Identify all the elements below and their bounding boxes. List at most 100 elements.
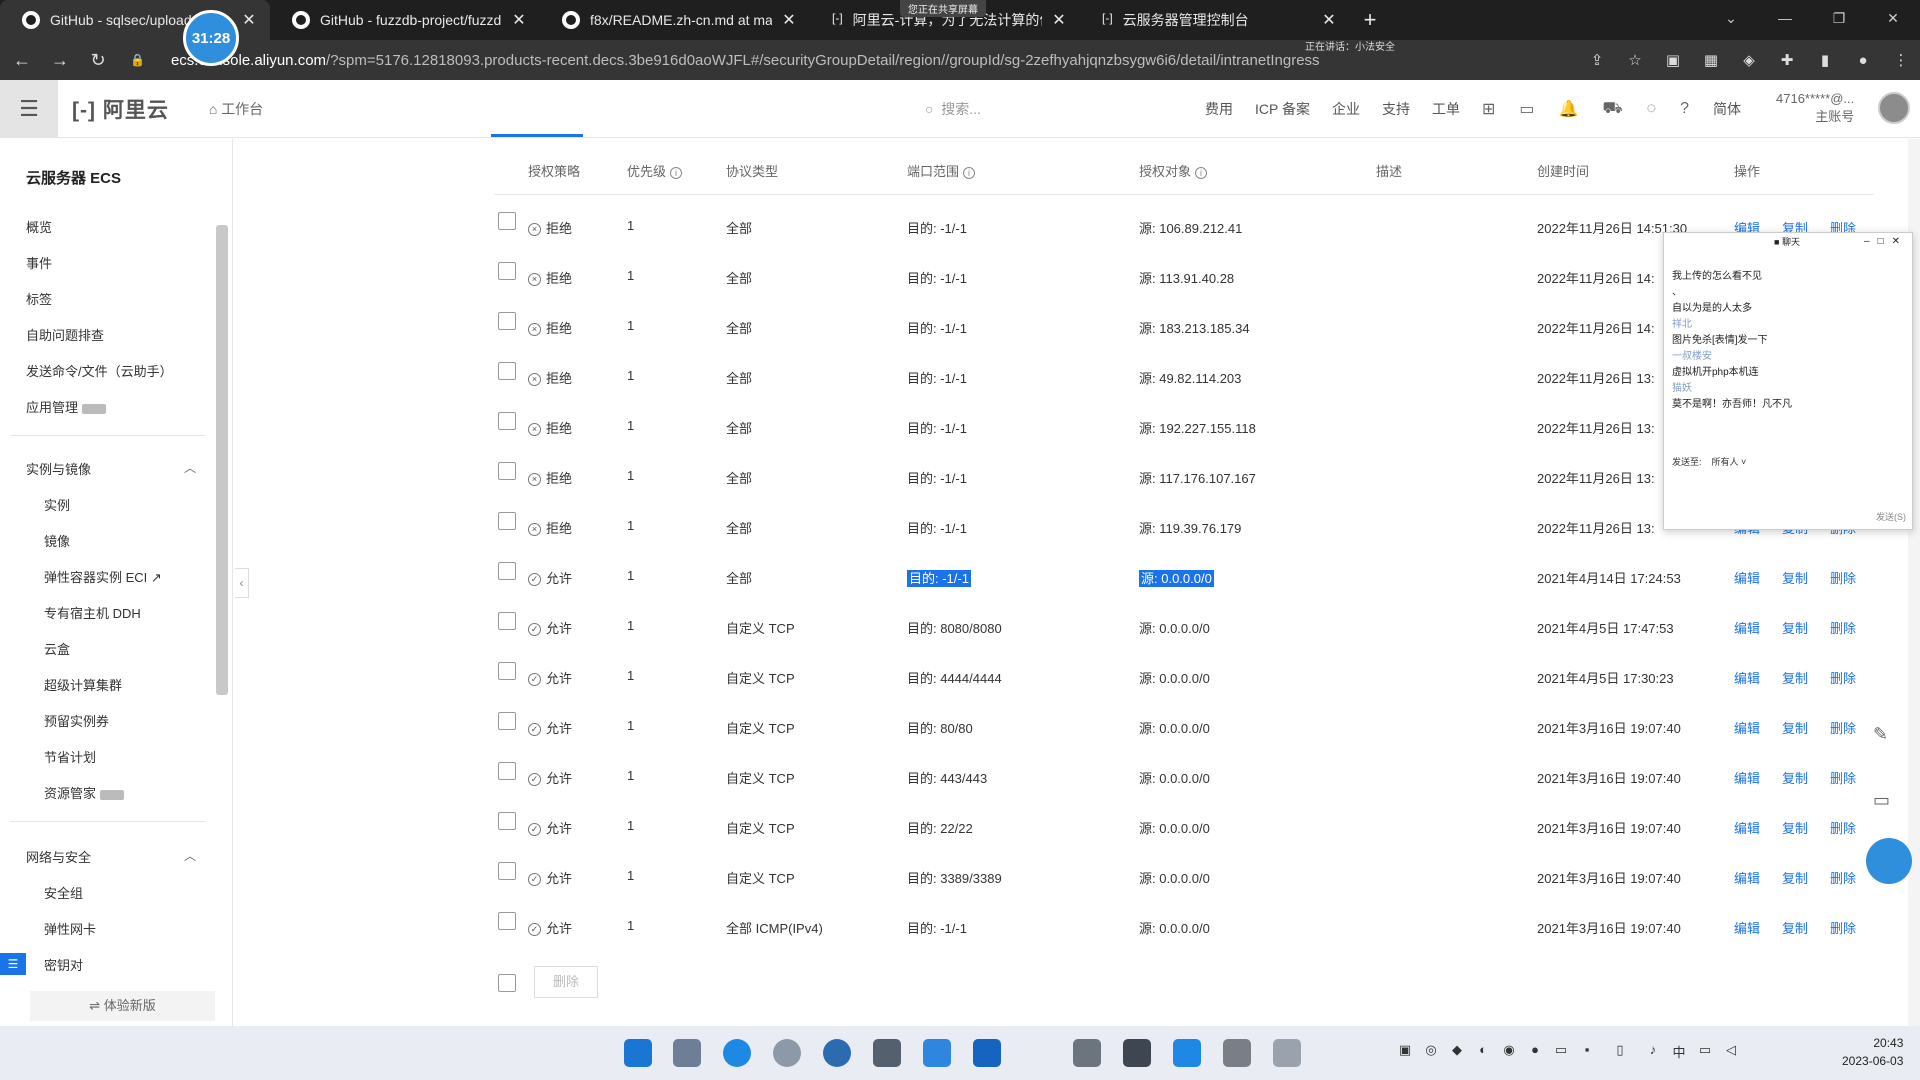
close-tab-icon[interactable]: ✕ [780,10,798,30]
edit-link[interactable]: 编辑 [1734,921,1760,936]
sidepanel-icon[interactable]: ▮ [1806,51,1844,69]
edge-icon[interactable] [723,1039,751,1067]
row-checkbox[interactable] [498,812,516,830]
bookmark-star-icon[interactable]: ☆ [1616,51,1654,69]
info-icon[interactable]: i [963,167,976,179]
edit-link[interactable]: 编辑 [1734,871,1760,886]
close-tab-icon[interactable]: ✕ [1320,10,1338,30]
url-field[interactable]: ecs.console.aliyun.com/?spm=5176.1281809… [171,52,1491,69]
list-icon[interactable]: ☰ [0,953,26,975]
delete-link[interactable]: 删除 [1830,821,1856,836]
sidebar-item-ri[interactable]: 预留实例券 [44,711,109,730]
start-icon[interactable] [624,1039,652,1067]
menu-icon[interactable]: ⋮ [1882,51,1920,69]
profile-icon[interactable]: ● [1844,52,1882,69]
nav-icp[interactable]: ICP 备案 [1255,99,1310,119]
browser-tab-2[interactable]: f8x/README.zh-cn.md at mai ✕ [540,0,810,40]
extension-icon-3[interactable]: ◈ [1730,51,1768,69]
copy-link[interactable]: 复制 [1782,571,1808,586]
close-tab-icon[interactable]: ✕ [240,10,258,30]
edit-link[interactable]: 编辑 [1734,621,1760,636]
sidebar-item-eci[interactable]: 弹性容器实例 ECI ↗ [44,567,162,586]
copy-link[interactable]: 复制 [1782,821,1808,836]
row-checkbox[interactable] [498,912,516,930]
app-icon-6[interactable] [1123,1039,1151,1067]
delete-link[interactable]: 删除 [1830,721,1856,736]
row-checkbox[interactable] [498,312,516,330]
extension-icon-1[interactable]: ▣ [1654,51,1692,69]
copy-link[interactable]: 复制 [1782,621,1808,636]
row-checkbox[interactable] [498,462,516,480]
avatar[interactable] [1878,92,1910,124]
sidebar-item-ddh[interactable]: 专有宿主机 DDH [44,603,141,622]
chat-send-to[interactable]: 发送至: 所有人 ˅ [1672,455,1746,468]
edit-link[interactable]: 编辑 [1734,571,1760,586]
copy-link[interactable]: 复制 [1782,871,1808,886]
forward-icon[interactable]: → [44,50,76,71]
sidebar-item-images[interactable]: 镜像 [44,531,70,550]
delete-link[interactable]: 删除 [1830,921,1856,936]
edit-icon[interactable]: ✎ [1873,724,1888,745]
sidebar-item-tags[interactable]: 标签 [26,289,52,308]
lock-icon[interactable]: 🔒 [130,53,145,67]
chevron-up-icon[interactable]: ︿ [184,459,196,476]
tab-search-icon[interactable]: ⌄ [1704,0,1758,36]
app-icon-4[interactable] [973,1039,1001,1067]
mic-icon[interactable]: ♪ [1640,1042,1666,1060]
select-all-checkbox[interactable] [498,974,516,992]
chevron-up-icon[interactable]: ︿ [184,847,196,864]
sidebar-item-security-group[interactable]: 安全组 [44,883,83,902]
app-icon-2[interactable] [873,1039,901,1067]
bell-icon[interactable]: 🔔 [1559,99,1579,119]
new-tab-button[interactable]: + [1350,0,1390,40]
file-explorer-icon[interactable] [673,1039,701,1067]
info-icon[interactable]: i [670,167,683,179]
browser-tab-1[interactable]: GitHub - fuzzdb-project/fuzzdb ✕ [270,0,540,40]
sidebar-group-instances[interactable]: 实例与镜像 [26,459,91,478]
cart-icon[interactable]: ⛟ [1602,99,1622,119]
nav-ticket[interactable]: 工单 [1432,99,1460,119]
tray-icon-3[interactable]: ◆ [1444,1042,1470,1060]
tray-icon-4[interactable]: ◐ [1470,1042,1496,1060]
tray-icon-7[interactable]: ▭ [1548,1042,1574,1060]
copy-link[interactable]: 复制 [1782,671,1808,686]
row-checkbox[interactable] [498,862,516,880]
app-icon-5[interactable] [1073,1039,1101,1067]
back-icon[interactable]: ← [6,50,38,71]
bulb-icon[interactable]: ◌ [1647,100,1657,118]
browser-tab-4[interactable]: [-] 云服务器管理控制台 ✕ [1080,0,1350,40]
usb-icon[interactable]: ▯ [1600,1042,1640,1060]
nav-support[interactable]: 支持 [1382,99,1410,119]
share-icon[interactable]: ⇪ [1578,51,1616,69]
row-checkbox[interactable] [498,412,516,430]
sidebar-item-events[interactable]: 事件 [26,253,52,272]
clock[interactable]: 20:43 2023-06-03 [1842,1034,1903,1070]
workbench-link[interactable]: ⌂ 工作台 [209,99,263,119]
edit-link[interactable]: 编辑 [1734,721,1760,736]
sidebar-group-network[interactable]: 网络与安全 [26,847,91,866]
chrome-icon[interactable] [773,1039,801,1067]
hamburger-menu-icon[interactable]: ☰ [0,79,58,138]
sidebar-item-overview[interactable]: 概览 [26,217,52,236]
terminal-icon[interactable]: ▭ [1519,99,1534,119]
row-checkbox[interactable] [498,712,516,730]
reload-icon[interactable]: ↻ [82,50,114,71]
sidebar-item-cloudbox[interactable]: 云盒 [44,639,70,658]
lang-switch[interactable]: 简体 [1713,99,1741,119]
row-checkbox[interactable] [498,362,516,380]
help-icon[interactable]: ? [1680,100,1689,118]
close-tab-icon[interactable]: ✕ [1050,10,1068,30]
nav-enterprise[interactable]: 企业 [1332,99,1360,119]
tray-icon-6[interactable]: ● [1522,1042,1548,1060]
row-checkbox[interactable] [498,562,516,580]
app-icon-1[interactable] [823,1039,851,1067]
copy-link[interactable]: 复制 [1782,921,1808,936]
copy-link[interactable]: 复制 [1782,721,1808,736]
tray-icon-5[interactable]: ◉ [1496,1042,1522,1060]
shield-icon[interactable] [1173,1039,1201,1067]
tray-icon-8[interactable]: ▪ [1574,1042,1600,1060]
delete-link[interactable]: 删除 [1830,871,1856,886]
delete-link[interactable]: 删除 [1830,621,1856,636]
row-checkbox[interactable] [498,512,516,530]
row-checkbox[interactable] [498,212,516,230]
